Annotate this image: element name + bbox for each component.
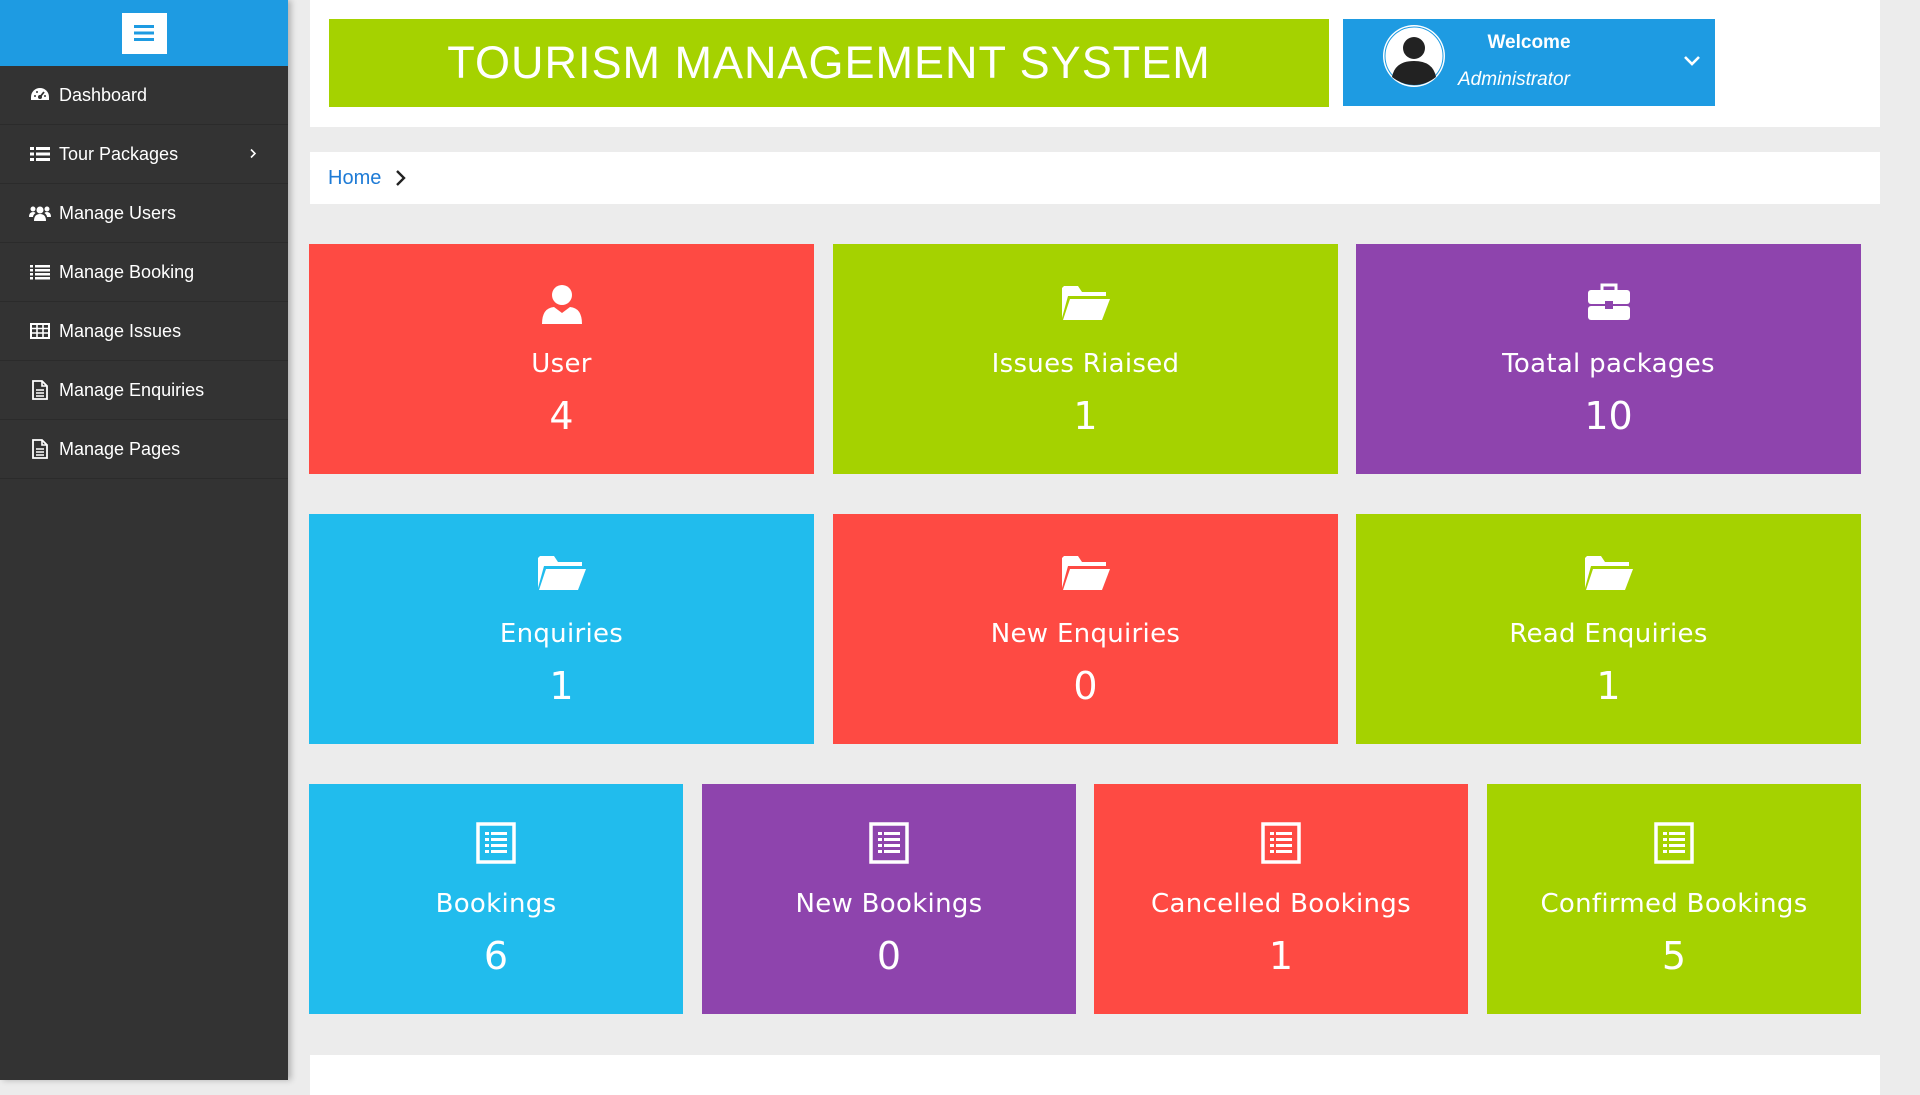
tile-count: 6 — [483, 934, 509, 978]
stat-tile-confirmed-bookings[interactable]: Confirmed Bookings 5 — [1487, 784, 1861, 1014]
chevron-right-icon — [395, 169, 407, 187]
dashboard-icon — [29, 86, 51, 104]
list-icon — [29, 263, 51, 281]
tile-count: 1 — [1596, 664, 1621, 708]
tile-count: 1 — [1268, 934, 1294, 978]
stat-tile-user[interactable]: User 4 — [309, 244, 814, 474]
tile-label: User — [531, 349, 592, 379]
tile-count: 1 — [1073, 394, 1098, 438]
sidebar-item-manage-issues[interactable]: Manage Issues — [0, 302, 288, 361]
user-menu-button[interactable]: Welcome Administrator — [1343, 19, 1715, 106]
stat-tile-issues-raised[interactable]: Issues Riaised 1 — [833, 244, 1338, 474]
table-icon — [29, 322, 51, 340]
sidebar-item-label: Manage Pages — [59, 438, 181, 459]
tile-count: 0 — [876, 934, 902, 978]
menu-toggle-button[interactable] — [121, 12, 167, 54]
sidebar-item-label: Manage Enquiries — [59, 379, 205, 400]
list-icon — [29, 145, 51, 163]
tile-label: Cancelled Bookings — [1151, 889, 1411, 919]
user-role: Administrator — [1458, 69, 1570, 90]
sidebar-item-manage-booking[interactable]: Manage Booking — [0, 243, 288, 302]
tile-label: Bookings — [435, 889, 557, 919]
stat-tile-new-bookings[interactable]: New Bookings 0 — [702, 784, 1076, 1014]
sidebar-item-label: Manage Booking — [59, 261, 195, 282]
app-title: TOURISM MANAGEMENT SYSTEM — [329, 19, 1329, 107]
tile-label: New Bookings — [795, 889, 983, 919]
briefcase-icon — [1356, 282, 1861, 322]
footer-panel — [310, 1055, 1880, 1095]
users-icon — [29, 204, 51, 222]
hamburger-icon — [134, 25, 154, 41]
welcome-text: Welcome — [1487, 32, 1571, 53]
list-alt-icon — [309, 822, 683, 864]
file-icon — [29, 439, 51, 459]
stat-tile-cancelled-bookings[interactable]: Cancelled Bookings 1 — [1094, 784, 1468, 1014]
sidebar-header — [0, 0, 288, 66]
avatar — [1383, 25, 1445, 87]
tile-count: 5 — [1661, 934, 1687, 978]
breadcrumb: Home — [310, 152, 1880, 204]
list-alt-icon — [702, 822, 1076, 864]
user-icon — [309, 282, 814, 326]
tile-count: 1 — [549, 664, 574, 708]
tile-label: Confirmed Bookings — [1540, 889, 1808, 919]
tile-count: 4 — [549, 394, 574, 438]
stat-tile-enquiries[interactable]: Enquiries 1 — [309, 514, 814, 744]
sidebar-item-label: Dashboard — [59, 84, 148, 105]
stat-tile-new-enquiries[interactable]: New Enquiries 0 — [833, 514, 1338, 744]
sidebar-item-label: Manage Issues — [59, 320, 182, 341]
list-alt-icon — [1487, 822, 1861, 864]
sidebar-item-dashboard[interactable]: Dashboard — [0, 66, 288, 125]
stat-tile-total-packages[interactable]: Toatal packages 10 — [1356, 244, 1861, 474]
sidebar-item-manage-enquiries[interactable]: Manage Enquiries — [0, 361, 288, 420]
tile-count: 0 — [1073, 664, 1098, 708]
sidebar-item-manage-pages[interactable]: Manage Pages — [0, 420, 288, 479]
breadcrumb-home-link[interactable]: Home — [328, 167, 381, 190]
folder-open-icon — [1356, 552, 1861, 592]
folder-open-icon — [309, 552, 814, 592]
folder-open-icon — [833, 552, 1338, 592]
sidebar: Dashboard Tour Packages Manage Users Man… — [0, 0, 288, 1080]
tile-count: 10 — [1584, 394, 1633, 438]
stat-tile-read-enquiries[interactable]: Read Enquiries 1 — [1356, 514, 1861, 744]
tile-label: Read Enquiries — [1509, 619, 1708, 649]
chevron-right-icon — [250, 148, 257, 159]
sidebar-nav: Dashboard Tour Packages Manage Users Man… — [0, 66, 288, 479]
tile-label: Enquiries — [499, 619, 624, 649]
top-header: TOURISM MANAGEMENT SYSTEM Welcome Admini… — [310, 0, 1880, 127]
file-icon — [29, 380, 51, 400]
tile-label: New Enquiries — [990, 619, 1181, 649]
tile-label: Toatal packages — [1502, 349, 1715, 379]
sidebar-item-label: Tour Packages — [59, 143, 179, 164]
user-avatar-icon — [1384, 26, 1444, 86]
list-alt-icon — [1094, 822, 1468, 864]
sidebar-item-label: Manage Users — [59, 202, 177, 223]
sidebar-item-manage-users[interactable]: Manage Users — [0, 184, 288, 243]
sidebar-item-tour-packages[interactable]: Tour Packages — [0, 125, 288, 184]
chevron-down-icon — [1684, 56, 1700, 66]
stat-tile-bookings[interactable]: Bookings 6 — [309, 784, 683, 1014]
tile-label: Issues Riaised — [991, 349, 1180, 379]
folder-open-icon — [833, 282, 1338, 322]
